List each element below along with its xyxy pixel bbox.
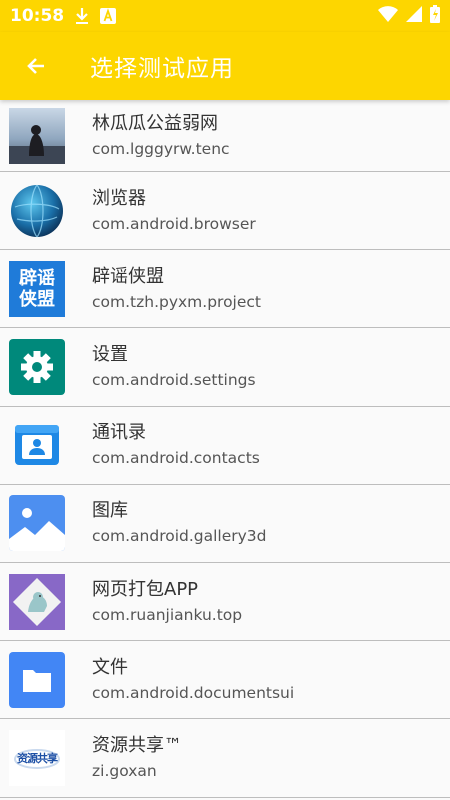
page-title: 选择测试应用 xyxy=(90,56,234,82)
download-icon xyxy=(74,7,90,25)
app-list: 林瓜瓜公益弱网 com.lgggyrw.tenc 浏览器 com.android… xyxy=(0,100,450,800)
app-package: com.android.documentsui xyxy=(92,683,295,702)
browser-globe-icon xyxy=(9,183,65,239)
app-name: 图库 xyxy=(92,500,128,522)
folder-icon xyxy=(9,651,65,708)
app-package: com.android.browser xyxy=(92,214,256,233)
app-name: 资源共享™ xyxy=(92,734,182,756)
back-button[interactable] xyxy=(0,32,72,100)
app-package: com.ruanjianku.top xyxy=(92,605,243,624)
arrow-left-icon xyxy=(27,58,44,74)
app-list-item-webpack[interactable]: 网页打包APP com.ruanjianku.top xyxy=(0,562,450,642)
zygx-logo-text: 资源共享 xyxy=(17,751,58,765)
app-list-item-lgggyrw[interactable]: 林瓜瓜公益弱网 com.lgggyrw.tenc xyxy=(0,100,450,172)
battery-icon xyxy=(430,5,440,27)
pyxm-logo-text-top: 辟谣 xyxy=(19,267,55,289)
zygx-logo-icon: 资源共享 xyxy=(9,729,65,786)
app-photo-icon xyxy=(9,107,65,164)
app-name: 文件 xyxy=(92,656,128,678)
app-list-item-pyxm[interactable]: 辟谣 侠盟 辟谣侠盟 com.tzh.pyxm.project xyxy=(0,250,450,329)
app-name: 设置 xyxy=(92,343,128,365)
status-time: 10:58 xyxy=(10,6,65,26)
app-name: 浏览器 xyxy=(92,187,146,209)
app-package: com.android.contacts xyxy=(92,449,260,468)
app-toolbar: 选择测试应用 xyxy=(0,32,450,100)
app-name: 辟谣侠盟 xyxy=(92,265,164,287)
status-bar: 10:58 xyxy=(0,0,450,32)
wifi-icon xyxy=(378,6,398,26)
app-list-item-contacts[interactable]: 通讯录 com.android.contacts xyxy=(0,406,450,485)
app-list-item-zygx[interactable]: 资源共享 资源共享™ zi.goxan xyxy=(0,719,450,798)
app-package: zi.goxan xyxy=(92,761,157,780)
app-package: com.tzh.pyxm.project xyxy=(92,292,262,311)
webpack-app-icon xyxy=(9,573,65,630)
app-name: 网页打包APP xyxy=(92,578,199,600)
app-package: com.lgggyrw.tenc xyxy=(92,139,230,158)
app-package: com.android.gallery3d xyxy=(92,527,267,546)
app-list-item-settings[interactable]: 设置 com.android.settings xyxy=(0,328,450,407)
app-package: com.android.settings xyxy=(92,370,256,389)
signal-icon xyxy=(406,6,422,26)
pyxm-logo-text-bottom: 侠盟 xyxy=(19,288,55,310)
app-list-item-browser[interactable]: 浏览器 com.android.browser xyxy=(0,172,450,251)
notification-a-icon xyxy=(100,8,117,24)
app-name: 通讯录 xyxy=(92,422,146,444)
pyxm-logo-icon: 辟谣 侠盟 xyxy=(9,260,65,317)
app-list-item-gallery[interactable]: 图库 com.android.gallery3d xyxy=(0,484,450,563)
gear-icon xyxy=(9,338,65,395)
app-list-item-files[interactable]: 文件 com.android.documentsui xyxy=(0,641,450,720)
gallery-icon xyxy=(9,495,65,552)
app-name: 林瓜瓜公益弱网 xyxy=(92,112,218,134)
contacts-icon xyxy=(9,417,65,473)
